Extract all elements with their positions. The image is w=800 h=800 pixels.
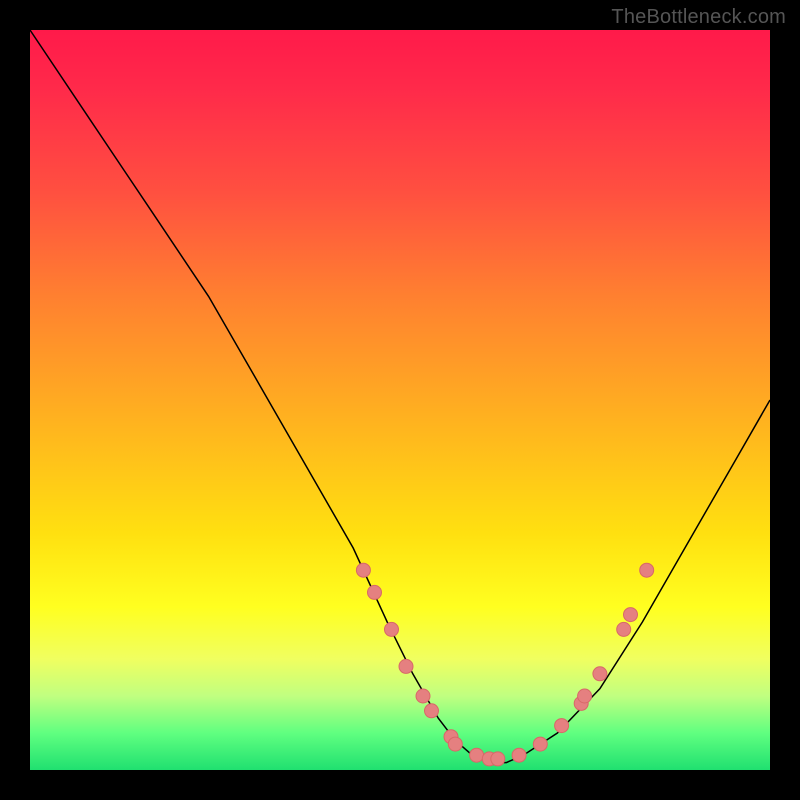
data-marker — [578, 689, 592, 703]
data-marker — [416, 689, 430, 703]
data-marker — [533, 737, 547, 751]
data-marker — [512, 748, 526, 762]
data-marker — [448, 737, 462, 751]
data-marker — [385, 622, 399, 636]
data-marker — [425, 704, 439, 718]
curve-line — [30, 30, 770, 763]
data-marker — [593, 667, 607, 681]
data-marker — [368, 585, 382, 599]
data-marker — [640, 563, 654, 577]
data-marker — [624, 608, 638, 622]
data-marker — [555, 719, 569, 733]
chart-container: TheBottleneck.com — [0, 0, 800, 800]
data-marker — [399, 659, 413, 673]
data-marker — [470, 748, 484, 762]
chart-svg — [30, 30, 770, 770]
data-marker — [356, 563, 370, 577]
markers-group — [356, 563, 653, 766]
watermark-label: TheBottleneck.com — [611, 6, 786, 29]
data-marker — [491, 752, 505, 766]
plot-area — [30, 30, 770, 770]
data-marker — [617, 622, 631, 636]
